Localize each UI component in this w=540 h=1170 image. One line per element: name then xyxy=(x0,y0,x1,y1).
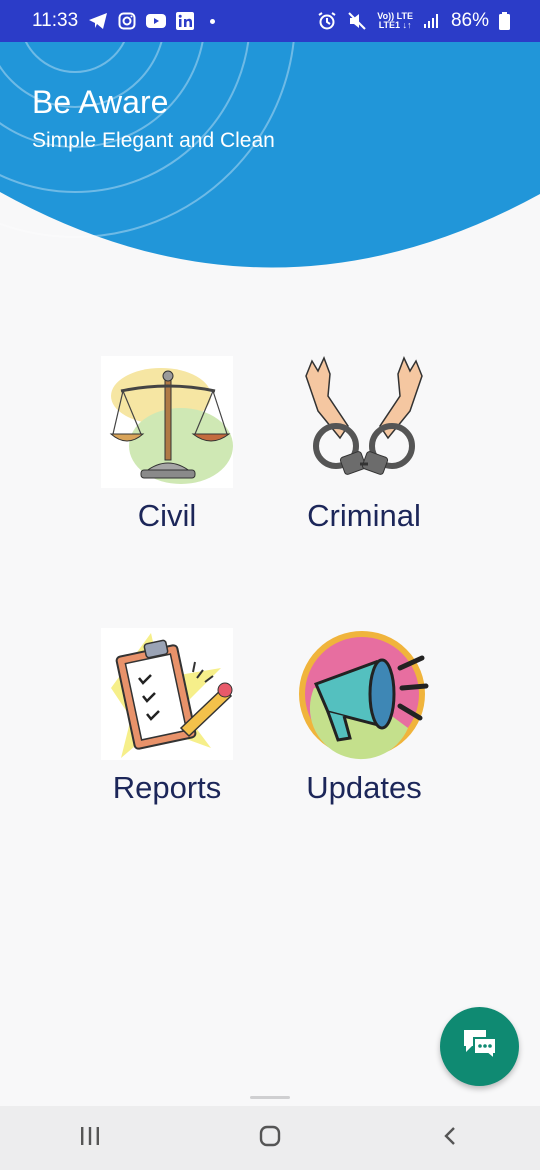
chat-icon xyxy=(462,1028,498,1065)
youtube-icon xyxy=(146,13,167,29)
reports-label: Reports xyxy=(112,770,222,805)
home-button[interactable] xyxy=(230,1113,310,1163)
battery-icon xyxy=(499,12,510,30)
mute-icon xyxy=(347,11,367,31)
status-bar: 11:33 Vo)) LTE LTE1 ↓↑ 86% xyxy=(0,0,540,42)
header-background xyxy=(0,42,540,268)
recents-icon xyxy=(79,1125,101,1152)
chat-button[interactable] xyxy=(440,1007,519,1086)
civil-label: Civil xyxy=(137,498,197,533)
linkedin-icon xyxy=(176,12,195,30)
notification-dot-icon xyxy=(210,18,216,24)
navigation-bar xyxy=(0,1106,540,1170)
signal-icon xyxy=(423,13,441,29)
updates-label: Updates xyxy=(306,770,422,805)
clipboard-icon xyxy=(101,628,233,760)
scales-of-justice-icon xyxy=(101,356,233,488)
gesture-handle[interactable] xyxy=(250,1096,290,1099)
network-type-icon: Vo)) LTE LTE1 ↓↑ xyxy=(377,11,413,30)
megaphone-icon xyxy=(298,628,430,760)
telegram-icon xyxy=(88,12,108,30)
criminal-tile[interactable]: Criminal xyxy=(264,356,464,546)
battery-percent: 86% xyxy=(450,10,489,31)
back-button[interactable] xyxy=(410,1113,490,1163)
app-subtitle: Simple Elegant and Clean xyxy=(32,129,275,152)
updates-tile[interactable]: Updates xyxy=(264,628,464,818)
civil-tile[interactable]: Civil xyxy=(67,356,267,546)
home-icon xyxy=(258,1124,282,1153)
alarm-icon xyxy=(317,11,337,31)
recents-button[interactable] xyxy=(50,1113,130,1163)
handcuffs-icon xyxy=(298,356,430,488)
status-time: 11:33 xyxy=(32,10,79,31)
reports-tile[interactable]: Reports xyxy=(67,628,267,818)
back-icon xyxy=(439,1125,461,1152)
instagram-icon xyxy=(118,12,136,30)
criminal-label: Criminal xyxy=(307,498,421,533)
app-title: Be Aware xyxy=(32,84,169,120)
